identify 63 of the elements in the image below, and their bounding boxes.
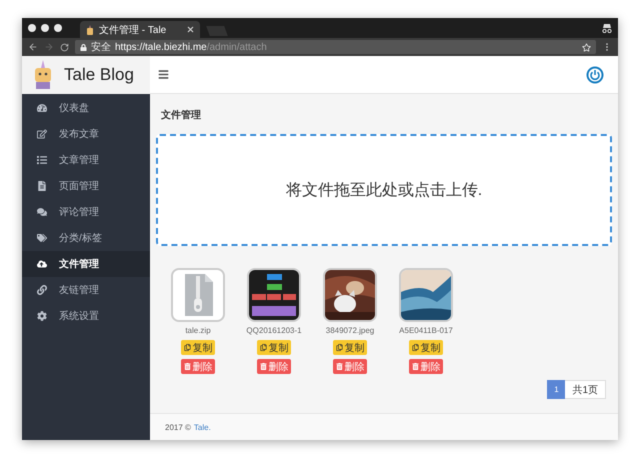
file-name: QQ20161203-1 xyxy=(246,326,302,335)
file-thumbnail[interactable] xyxy=(171,268,225,322)
back-icon[interactable] xyxy=(28,42,38,52)
copy-icon xyxy=(184,344,190,351)
file-thumbnail[interactable] xyxy=(247,268,301,322)
power-icon[interactable] xyxy=(586,66,604,84)
brand-name: Tale Blog xyxy=(64,65,134,85)
copyright-text: 2017 © xyxy=(165,422,191,432)
sidebar-item[interactable]: 文件管理 xyxy=(22,251,150,277)
sidebar-item[interactable]: 页面管理 xyxy=(22,173,150,199)
page-link[interactable]: 1 xyxy=(547,380,566,399)
file-thumbnail[interactable] xyxy=(399,268,453,322)
menu-item-icon xyxy=(37,129,47,139)
file-name: A5E0411B-017 xyxy=(399,326,453,335)
bookmark-star-icon[interactable] xyxy=(582,42,591,52)
tab-title: 文件管理 - Tale xyxy=(99,24,168,36)
sidebar-item[interactable]: 仪表盘 xyxy=(22,95,150,121)
trash-icon xyxy=(184,363,190,370)
incognito-icon xyxy=(602,24,612,32)
delete-button[interactable]: 删除 xyxy=(333,359,367,374)
file-name: tale.zip xyxy=(185,326,211,335)
file-thumbnail[interactable] xyxy=(323,268,377,322)
menu-item-icon xyxy=(37,233,47,243)
url-text: https://tale.biezhi.me/admin/attach xyxy=(115,42,267,52)
menu-item-icon xyxy=(37,103,47,113)
address-bar[interactable]: 安全 https://tale.biezhi.me/admin/attach xyxy=(75,40,596,54)
copy-icon xyxy=(412,344,418,351)
page-total: 共1页 xyxy=(565,380,606,399)
mascot-icon xyxy=(86,24,94,34)
copy-icon xyxy=(336,344,342,351)
file-name: 3849072.jpeg xyxy=(326,326,374,335)
copy-button[interactable]: 复制 xyxy=(257,340,291,355)
sidebar-item[interactable]: 系统设置 xyxy=(22,303,150,329)
delete-button[interactable]: 删除 xyxy=(257,359,291,374)
delete-button[interactable]: 删除 xyxy=(409,359,443,374)
copy-icon xyxy=(260,344,266,351)
delete-button[interactable]: 删除 xyxy=(181,359,215,374)
browser-tab[interactable]: 文件管理 - Tale xyxy=(80,21,200,38)
menu-item-icon xyxy=(37,259,47,269)
sidebar-item[interactable]: 分类/标签 xyxy=(22,225,150,251)
copy-button[interactable]: 复制 xyxy=(181,340,215,355)
sidebar-item[interactable]: 评论管理 xyxy=(22,199,150,225)
menu-item-icon xyxy=(37,311,47,321)
copy-button[interactable]: 复制 xyxy=(409,340,443,355)
footer-link[interactable]: Tale. xyxy=(194,422,211,432)
sidebar-item[interactable]: 文章管理 xyxy=(22,147,150,173)
lock-icon xyxy=(80,44,87,50)
menu-item-icon xyxy=(37,285,47,295)
page-title: 文件管理 xyxy=(161,108,202,122)
sidebar-item[interactable]: 友链管理 xyxy=(22,277,150,303)
menu-item-icon xyxy=(37,181,47,191)
secure-label: 安全 xyxy=(91,40,111,54)
reload-icon[interactable] xyxy=(60,42,69,52)
upload-dropzone[interactable]: 将文件拖至此处或点击上传. xyxy=(156,134,612,246)
trash-icon xyxy=(412,363,418,370)
copy-button[interactable]: 复制 xyxy=(333,340,367,355)
trash-icon xyxy=(260,363,266,370)
menu-item-icon xyxy=(37,155,47,165)
sidebar-item[interactable]: 发布文章 xyxy=(22,121,150,147)
menu-item-icon xyxy=(37,207,47,217)
close-icon[interactable] xyxy=(187,26,194,33)
menu-icon[interactable] xyxy=(158,69,169,80)
trash-icon xyxy=(336,363,342,370)
